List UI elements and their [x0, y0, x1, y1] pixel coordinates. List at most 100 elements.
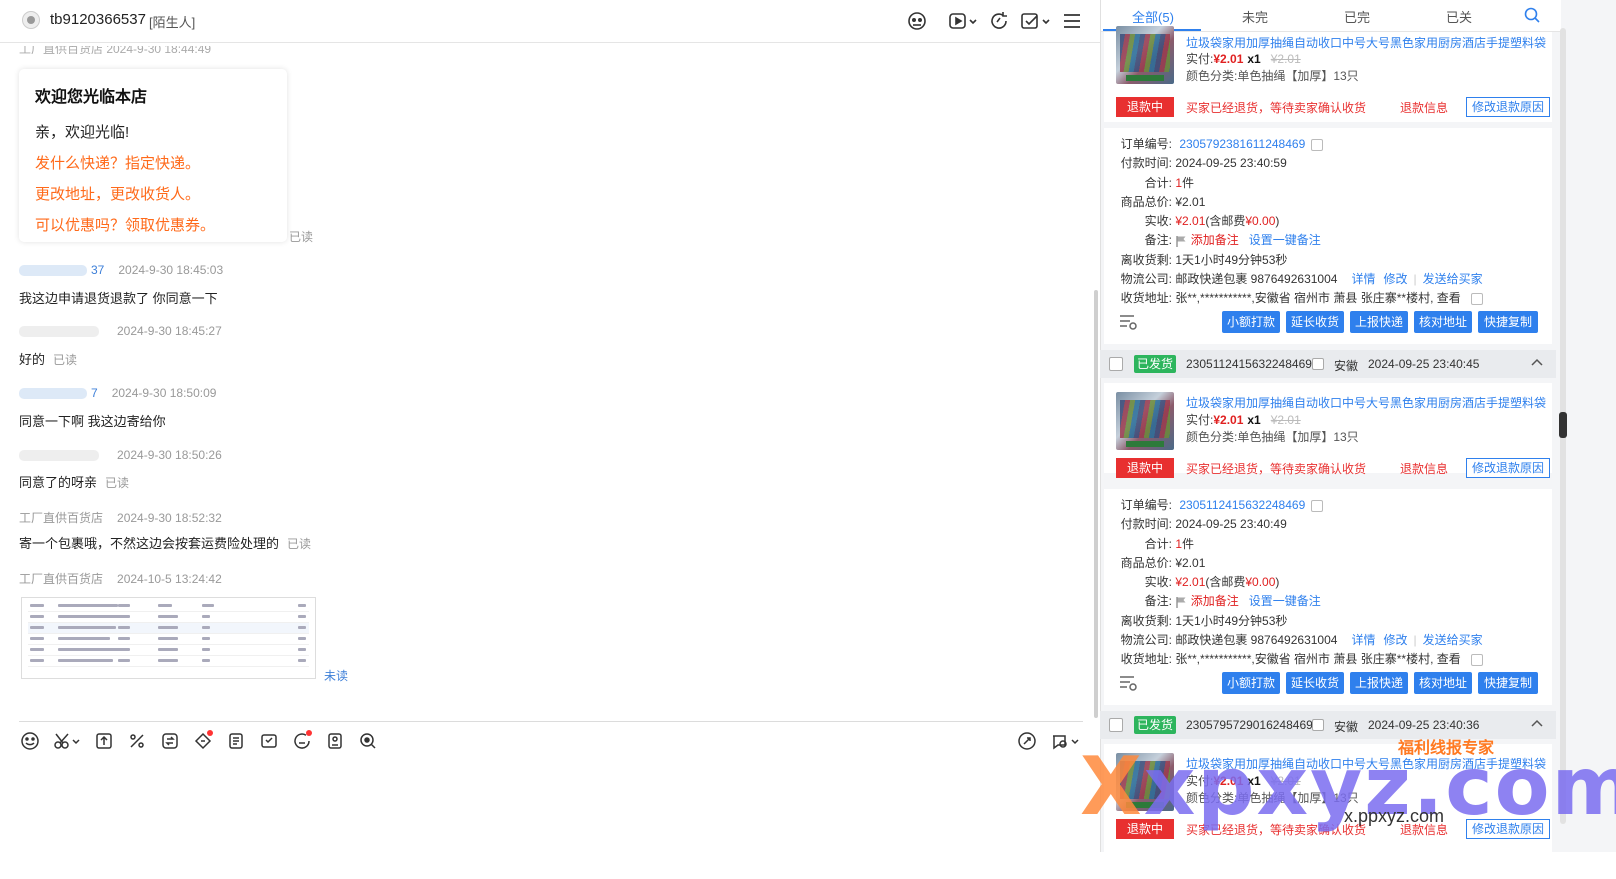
add-remark-link[interactable]: 添加备注: [1191, 233, 1239, 247]
verify-address-button[interactable]: 核对地址: [1414, 672, 1472, 694]
refund-info-link[interactable]: 退款信息: [1400, 460, 1448, 477]
product-title[interactable]: 垃圾袋家用加厚抽绳自动收口中号大号黑色家用厨房酒店手提塑料袋: [1186, 34, 1546, 51]
gift-icon[interactable]: [259, 731, 279, 751]
order-scrollbar-thumb[interactable]: [1559, 412, 1567, 438]
blurred-name: [19, 326, 99, 338]
one-click-remark-link[interactable]: 设置一键备注: [1249, 233, 1321, 247]
copy-checkbox[interactable]: [1312, 719, 1324, 731]
order-number[interactable]: 2305112415632248469: [1179, 498, 1305, 512]
quick-copy-button[interactable]: 快捷复制: [1478, 672, 1538, 694]
scissors-icon[interactable]: [53, 731, 81, 751]
blurred-name: [19, 450, 99, 462]
blurred-name: [19, 388, 87, 400]
message-sender: 2024-9-30 18:45:27: [19, 324, 222, 338]
report-express-button[interactable]: 上报快递: [1350, 672, 1408, 694]
search-icon[interactable]: [1522, 5, 1542, 25]
contact-tag: [陌生人]: [149, 15, 196, 30]
order-number-row: 订单编号: 2305112415632248469: [1114, 496, 1324, 513]
tab-all[interactable]: 全部(5): [1103, 7, 1203, 26]
add-remark-link[interactable]: 添加备注: [1191, 594, 1239, 608]
logistics-modify-link[interactable]: 修改: [1383, 633, 1407, 647]
tab-finished[interactable]: 已完: [1307, 7, 1407, 26]
chat-settings-icon[interactable]: [1050, 731, 1080, 751]
tab-closed[interactable]: 已关: [1409, 7, 1509, 26]
order-header-number[interactable]: 2305112415632248469: [1186, 357, 1312, 371]
address-checkbox[interactable]: [1470, 653, 1483, 666]
price-line: 实付:¥2.01 x1 ¥2.01: [1186, 52, 1301, 66]
message-sender: 2024-9-30 18:50:26: [19, 448, 222, 462]
pay-time-row: 付款时间: 2024-09-25 23:40:49: [1120, 517, 1287, 531]
collapse-chevron-icon[interactable]: [1530, 717, 1544, 731]
refund-info-link[interactable]: 退款信息: [1400, 99, 1448, 116]
order-header-number[interactable]: 2305795729016248469: [1186, 718, 1313, 732]
goods-total-row: 商品总价: ¥2.01: [1120, 556, 1206, 570]
one-click-remark-link[interactable]: 设置一键备注: [1249, 594, 1321, 608]
product-image[interactable]: [1116, 392, 1174, 450]
tab-unfinished[interactable]: 未完: [1205, 7, 1305, 26]
avatar[interactable]: [22, 11, 40, 29]
product-image[interactable]: [1116, 753, 1174, 811]
logistics-detail-link[interactable]: 详情: [1351, 272, 1375, 286]
logistics-detail-link[interactable]: 详情: [1351, 633, 1375, 647]
bottom-strip: [1100, 852, 1616, 879]
chat-header: tb9120366537 [陌生人]: [0, 0, 1100, 43]
upload-icon[interactable]: [94, 731, 114, 751]
remark-row: 备注: 添加备注 设置一键备注: [1144, 594, 1321, 608]
search-order-icon[interactable]: [358, 731, 378, 751]
quick-reply-link[interactable]: 发什么快递？指定快递。: [35, 148, 271, 179]
shipped-badge: 已发货: [1134, 355, 1176, 373]
refund-info-link[interactable]: 退款信息: [1400, 821, 1448, 838]
address-row: 收货地址: 张**,***********,安徽省 宿州市 萧县 张庄寨**楼村…: [1114, 650, 1483, 667]
modify-reason-button[interactable]: 修改退款原因: [1466, 819, 1550, 839]
video-icon[interactable]: [948, 10, 978, 32]
copy-checkbox[interactable]: [1311, 138, 1324, 151]
quick-reply-link[interactable]: 更改地址，更改收货人。: [35, 179, 271, 210]
order-select-checkbox[interactable]: [1109, 357, 1123, 371]
pay-time-row: 付款时间: 2024-09-25 23:40:59: [1120, 156, 1287, 170]
settings-list-icon[interactable]: [1118, 674, 1138, 692]
small-payment-button[interactable]: 小额打款: [1222, 672, 1280, 694]
product-title[interactable]: 垃圾袋家用加厚抽绳自动收口中号大号黑色家用厨房酒店手提塑料袋: [1186, 394, 1546, 411]
verify-address-button[interactable]: 核对地址: [1414, 311, 1472, 333]
receipt-countdown-row: 离收货剩: 1天1小时49分钟53秒: [1120, 253, 1288, 267]
welcome-line: 亲，欢迎光临!: [35, 124, 130, 141]
exchange-icon[interactable]: [160, 731, 180, 751]
quick-phrase-icon[interactable]: [1017, 731, 1037, 751]
order-select-checkbox[interactable]: [1109, 718, 1123, 732]
product-image[interactable]: [1116, 26, 1174, 84]
emoji-icon[interactable]: [20, 731, 40, 751]
order-icon[interactable]: [226, 731, 246, 751]
refund-message: 买家已经退货，等待卖家确认收货: [1186, 823, 1367, 837]
order-number-row: 订单编号: 2305792381611248469: [1114, 135, 1324, 152]
notification-dot: [306, 730, 312, 736]
modify-reason-button[interactable]: 修改退款原因: [1466, 458, 1550, 478]
quick-reply-link[interactable]: 可以优惠吗？领取优惠券。: [35, 210, 271, 241]
send-to-buyer-link[interactable]: 发送给买家: [1423, 272, 1483, 286]
copy-checkbox[interactable]: [1311, 499, 1324, 512]
small-payment-button[interactable]: 小额打款: [1222, 311, 1280, 333]
extend-receipt-button[interactable]: 延长收货: [1286, 672, 1344, 694]
profile-card-icon[interactable]: [325, 731, 345, 751]
product-title[interactable]: 垃圾袋家用加厚抽绳自动收口中号大号黑色家用厨房酒店手提塑料袋: [1186, 755, 1546, 772]
modify-reason-button[interactable]: 修改退款原因: [1466, 97, 1550, 117]
collapse-chevron-icon[interactable]: [1530, 356, 1544, 370]
refresh-icon[interactable]: [988, 10, 1010, 32]
screenshot-thumbnail[interactable]: [21, 597, 316, 679]
discount-icon[interactable]: [127, 731, 147, 751]
order-number[interactable]: 2305792381611248469: [1179, 137, 1305, 151]
report-express-button[interactable]: 上报快递: [1350, 311, 1408, 333]
address-checkbox[interactable]: [1470, 292, 1483, 305]
chat-scrollbar[interactable]: [1094, 290, 1098, 718]
address-row: 收货地址: 张**,***********,安徽省 宿州市 萧县 张庄寨**楼村…: [1114, 289, 1483, 306]
menu-icon[interactable]: [1061, 10, 1083, 32]
quick-copy-button[interactable]: 快捷复制: [1478, 311, 1538, 333]
settings-list-icon[interactable]: [1118, 313, 1138, 331]
send-to-buyer-link[interactable]: 发送给买家: [1423, 633, 1483, 647]
logistics-modify-link[interactable]: 修改: [1383, 272, 1407, 286]
welcome-card: 欢迎您光临本店 亲，欢迎光临! 发什么快递？指定快递。 更改地址，更改收货人。 …: [19, 69, 287, 242]
extend-receipt-button[interactable]: 延长收货: [1286, 311, 1344, 333]
robot-icon[interactable]: [906, 10, 928, 32]
task-check-icon[interactable]: [1020, 10, 1052, 32]
copy-checkbox[interactable]: [1312, 358, 1324, 370]
product-card: 垃圾袋家用加厚抽绳自动收口中号大号黑色家用厨房酒店手提塑料袋 实付:¥2.01 x…: [1104, 744, 1552, 852]
